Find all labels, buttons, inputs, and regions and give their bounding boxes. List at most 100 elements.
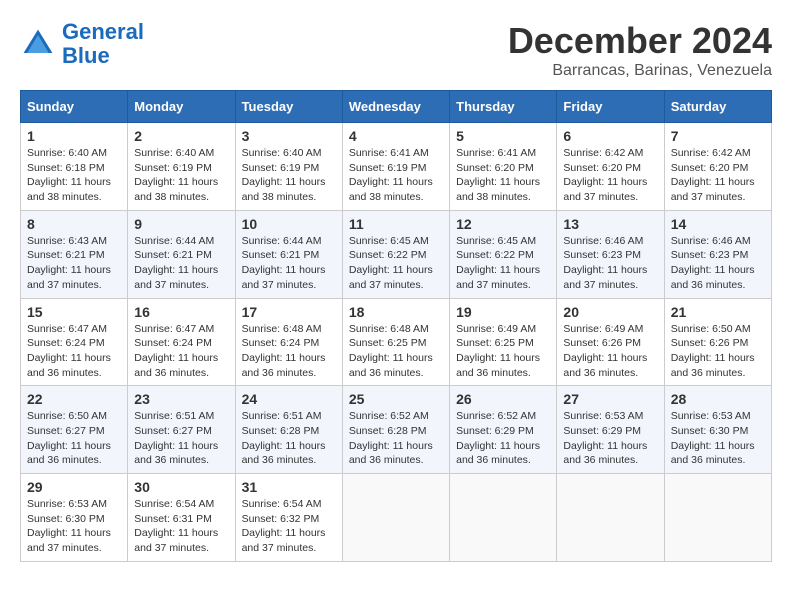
day-cell-16: 16 Sunrise: 6:47 AMSunset: 6:24 PMDayligh…	[128, 298, 235, 386]
day-info-7: Sunrise: 6:42 AMSunset: 6:20 PMDaylight:…	[671, 146, 765, 205]
dow-monday: Monday	[128, 91, 235, 123]
day-number-3: 3	[242, 128, 336, 144]
day-cell-31: 31 Sunrise: 6:54 AMSunset: 6:32 PMDayligh…	[235, 474, 342, 562]
day-info-15: Sunrise: 6:47 AMSunset: 6:24 PMDaylight:…	[27, 322, 121, 381]
day-info-11: Sunrise: 6:45 AMSunset: 6:22 PMDaylight:…	[349, 234, 443, 293]
day-number-14: 14	[671, 216, 765, 232]
day-info-12: Sunrise: 6:45 AMSunset: 6:22 PMDaylight:…	[456, 234, 550, 293]
day-cell-10: 10 Sunrise: 6:44 AMSunset: 6:21 PMDayligh…	[235, 210, 342, 298]
day-info-1: Sunrise: 6:40 AMSunset: 6:18 PMDaylight:…	[27, 146, 121, 205]
day-cell-1: 1 Sunrise: 6:40 AMSunset: 6:18 PMDaylight…	[21, 123, 128, 211]
dow-wednesday: Wednesday	[342, 91, 449, 123]
day-number-26: 26	[456, 391, 550, 407]
day-number-22: 22	[27, 391, 121, 407]
empty-cell	[342, 474, 449, 562]
day-cell-12: 12 Sunrise: 6:45 AMSunset: 6:22 PMDayligh…	[450, 210, 557, 298]
page-header: General Blue December 2024 Barrancas, Ba…	[20, 20, 772, 80]
dow-saturday: Saturday	[664, 91, 771, 123]
day-number-4: 4	[349, 128, 443, 144]
day-number-13: 13	[563, 216, 657, 232]
day-number-23: 23	[134, 391, 228, 407]
day-cell-25: 25 Sunrise: 6:52 AMSunset: 6:28 PMDayligh…	[342, 386, 449, 474]
day-info-6: Sunrise: 6:42 AMSunset: 6:20 PMDaylight:…	[563, 146, 657, 205]
day-number-30: 30	[134, 479, 228, 495]
dow-tuesday: Tuesday	[235, 91, 342, 123]
day-cell-4: 4Sunrise: 6:41 AMSunset: 6:19 PMDaylight…	[342, 123, 449, 211]
dow-sunday: Sunday	[21, 91, 128, 123]
day-cell-9: 9Sunrise: 6:44 AMSunset: 6:21 PMDaylight…	[128, 210, 235, 298]
day-number-29: 29	[27, 479, 121, 495]
location-title: Barrancas, Barinas, Venezuela	[508, 62, 772, 80]
day-cell-2: 2Sunrise: 6:40 AMSunset: 6:19 PMDaylight…	[128, 123, 235, 211]
day-number-19: 19	[456, 304, 550, 320]
day-cell-14: 14 Sunrise: 6:46 AMSunset: 6:23 PMDayligh…	[664, 210, 771, 298]
day-number-8: 8	[27, 216, 121, 232]
week-row-1: 1 Sunrise: 6:40 AMSunset: 6:18 PMDaylight…	[21, 123, 772, 211]
day-number-28: 28	[671, 391, 765, 407]
day-info-25: Sunrise: 6:52 AMSunset: 6:28 PMDaylight:…	[349, 409, 443, 468]
week-row-2: 8Sunrise: 6:43 AMSunset: 6:21 PMDaylight…	[21, 210, 772, 298]
day-cell-3: 3Sunrise: 6:40 AMSunset: 6:19 PMDaylight…	[235, 123, 342, 211]
day-number-18: 18	[349, 304, 443, 320]
day-number-1: 1	[27, 128, 121, 144]
day-info-18: Sunrise: 6:48 AMSunset: 6:25 PMDaylight:…	[349, 322, 443, 381]
dow-thursday: Thursday	[450, 91, 557, 123]
day-cell-30: 30Sunrise: 6:54 AMSunset: 6:31 PMDayligh…	[128, 474, 235, 562]
title-section: December 2024 Barrancas, Barinas, Venezu…	[508, 20, 772, 80]
day-number-10: 10	[242, 216, 336, 232]
day-cell-11: 11 Sunrise: 6:45 AMSunset: 6:22 PMDayligh…	[342, 210, 449, 298]
logo-icon	[20, 26, 56, 62]
day-info-28: Sunrise: 6:53 AMSunset: 6:30 PMDaylight:…	[671, 409, 765, 468]
day-info-16: Sunrise: 6:47 AMSunset: 6:24 PMDaylight:…	[134, 322, 228, 381]
logo-general: General	[62, 19, 144, 44]
day-cell-27: 27 Sunrise: 6:53 AMSunset: 6:29 PMDayligh…	[557, 386, 664, 474]
day-number-11: 11	[349, 216, 443, 232]
day-cell-5: 5Sunrise: 6:41 AMSunset: 6:20 PMDaylight…	[450, 123, 557, 211]
day-info-17: Sunrise: 6:48 AMSunset: 6:24 PMDaylight:…	[242, 322, 336, 381]
day-info-10: Sunrise: 6:44 AMSunset: 6:21 PMDaylight:…	[242, 234, 336, 293]
day-info-24: Sunrise: 6:51 AMSunset: 6:28 PMDaylight:…	[242, 409, 336, 468]
month-title: December 2024	[508, 20, 772, 62]
day-info-14: Sunrise: 6:46 AMSunset: 6:23 PMDaylight:…	[671, 234, 765, 293]
day-number-16: 16	[134, 304, 228, 320]
day-cell-20: 20 Sunrise: 6:49 AMSunset: 6:26 PMDayligh…	[557, 298, 664, 386]
dow-friday: Friday	[557, 91, 664, 123]
day-number-31: 31	[242, 479, 336, 495]
day-number-24: 24	[242, 391, 336, 407]
day-number-17: 17	[242, 304, 336, 320]
day-number-27: 27	[563, 391, 657, 407]
day-cell-23: 23 Sunrise: 6:51 AMSunset: 6:27 PMDayligh…	[128, 386, 235, 474]
day-info-21: Sunrise: 6:50 AMSunset: 6:26 PMDaylight:…	[671, 322, 765, 381]
logo-text: General Blue	[62, 20, 144, 68]
day-info-13: Sunrise: 6:46 AMSunset: 6:23 PMDaylight:…	[563, 234, 657, 293]
logo: General Blue	[20, 20, 144, 68]
day-cell-24: 24 Sunrise: 6:51 AMSunset: 6:28 PMDayligh…	[235, 386, 342, 474]
day-cell-21: 21 Sunrise: 6:50 AMSunset: 6:26 PMDayligh…	[664, 298, 771, 386]
day-number-25: 25	[349, 391, 443, 407]
day-number-5: 5	[456, 128, 550, 144]
day-cell-29: 29 Sunrise: 6:53 AMSunset: 6:30 PMDayligh…	[21, 474, 128, 562]
day-cell-7: 7 Sunrise: 6:42 AMSunset: 6:20 PMDaylight…	[664, 123, 771, 211]
week-row-4: 22Sunrise: 6:50 AMSunset: 6:27 PMDayligh…	[21, 386, 772, 474]
day-cell-28: 28 Sunrise: 6:53 AMSunset: 6:30 PMDayligh…	[664, 386, 771, 474]
day-info-23: Sunrise: 6:51 AMSunset: 6:27 PMDaylight:…	[134, 409, 228, 468]
day-of-week-header-row: SundayMondayTuesdayWednesdayThursdayFrid…	[21, 91, 772, 123]
day-number-9: 9	[134, 216, 228, 232]
day-cell-26: 26 Sunrise: 6:52 AMSunset: 6:29 PMDayligh…	[450, 386, 557, 474]
day-number-6: 6	[563, 128, 657, 144]
day-info-27: Sunrise: 6:53 AMSunset: 6:29 PMDaylight:…	[563, 409, 657, 468]
day-info-20: Sunrise: 6:49 AMSunset: 6:26 PMDaylight:…	[563, 322, 657, 381]
day-number-21: 21	[671, 304, 765, 320]
day-info-26: Sunrise: 6:52 AMSunset: 6:29 PMDaylight:…	[456, 409, 550, 468]
empty-cell	[557, 474, 664, 562]
day-cell-17: 17 Sunrise: 6:48 AMSunset: 6:24 PMDayligh…	[235, 298, 342, 386]
day-cell-19: 19Sunrise: 6:49 AMSunset: 6:25 PMDayligh…	[450, 298, 557, 386]
day-cell-8: 8Sunrise: 6:43 AMSunset: 6:21 PMDaylight…	[21, 210, 128, 298]
day-info-31: Sunrise: 6:54 AMSunset: 6:32 PMDaylight:…	[242, 497, 336, 556]
day-number-20: 20	[563, 304, 657, 320]
day-number-12: 12	[456, 216, 550, 232]
logo-blue: Blue	[62, 43, 110, 68]
day-info-29: Sunrise: 6:53 AMSunset: 6:30 PMDaylight:…	[27, 497, 121, 556]
day-number-7: 7	[671, 128, 765, 144]
empty-cell	[664, 474, 771, 562]
